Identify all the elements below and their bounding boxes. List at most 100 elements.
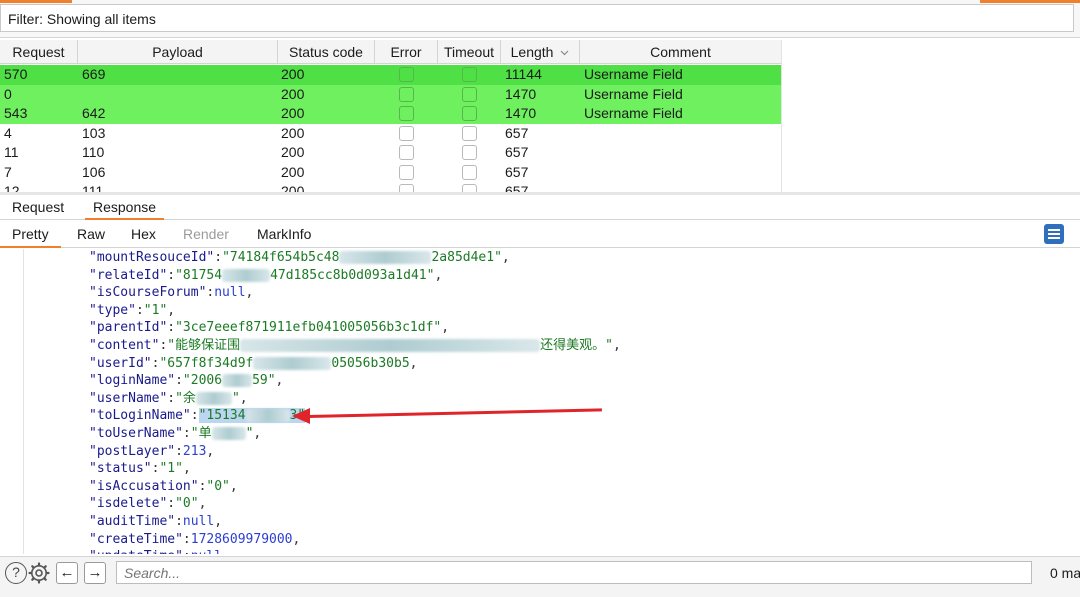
- table-row[interactable]: 570 669 200 11144 Username Field: [0, 65, 781, 85]
- cell-payload: 642: [82, 105, 106, 121]
- error-checkbox[interactable]: [399, 184, 414, 192]
- redaction-blur: [211, 427, 246, 440]
- json-key: "status": [89, 461, 152, 477]
- cell-length: 657: [505, 163, 529, 180]
- code-line: "status":"1",: [89, 461, 191, 477]
- timeout-checkbox[interactable]: [462, 125, 477, 141]
- column-header-error[interactable]: Error: [375, 40, 438, 64]
- column-header-length-label: Length: [510, 44, 554, 60]
- redaction-blur: [245, 409, 290, 423]
- tab-pretty[interactable]: Pretty: [0, 220, 61, 248]
- cell-status: 200: [281, 105, 305, 121]
- forward-arrow-icon[interactable]: →: [84, 562, 106, 584]
- error-checkbox[interactable]: [399, 86, 414, 102]
- tab-render[interactable]: Render: [171, 220, 241, 248]
- tab-hex[interactable]: Hex: [119, 220, 168, 248]
- tab-accent: [0, 0, 72, 3]
- json-key: "createTime": [89, 531, 183, 547]
- column-header-payload[interactable]: Payload: [78, 40, 278, 64]
- timeout-checkbox[interactable]: [462, 145, 477, 160]
- json-key: "isCourseForum": [89, 285, 207, 301]
- cell-payload: 103: [82, 124, 106, 141]
- json-key: "postLayer": [89, 443, 176, 459]
- cell-status: 200: [281, 163, 305, 180]
- column-header-request[interactable]: Request: [0, 40, 78, 64]
- tab-markinfo[interactable]: MarkInfo: [245, 220, 323, 248]
- cell-status: 200: [281, 85, 305, 102]
- timeout-checkbox[interactable]: [462, 86, 477, 102]
- error-checkbox[interactable]: [399, 67, 414, 82]
- cell-length: 1470: [505, 105, 537, 121]
- table-row[interactable]: 0 200 1470 Username Field: [0, 84, 781, 104]
- filter-input[interactable]: Filter: Showing all items: [0, 4, 1074, 32]
- cell-status: 200: [281, 124, 305, 141]
- json-value: null: [214, 285, 246, 301]
- annotation-arrowhead-icon: [292, 408, 310, 424]
- json-string: "81754: [175, 267, 223, 283]
- json-string: 2a85d4e1": [431, 250, 502, 265]
- json-key: "isdelete": [89, 496, 168, 512]
- code-line: "type":"1",: [89, 302, 176, 318]
- timeout-checkbox[interactable]: [462, 164, 477, 180]
- code-line: "relateId":"81754 47d185cc8b0d093a1d41",: [89, 267, 443, 283]
- redaction-blur: [222, 374, 253, 388]
- redaction-blur: [253, 356, 332, 370]
- back-arrow-icon[interactable]: ←: [56, 562, 78, 584]
- error-checkbox[interactable]: [399, 145, 414, 160]
- code-line: "content":"能够保证围 还得美观。",: [89, 338, 621, 353]
- column-header-comment[interactable]: Comment: [580, 40, 781, 64]
- code-line: "auditTime":null,: [89, 514, 223, 529]
- error-checkbox[interactable]: [399, 164, 414, 180]
- table-row[interactable]: 12 111 200 657: [0, 182, 781, 192]
- cell-request: 543: [4, 105, 28, 121]
- code-line: "parentId":"3ce7eeef871911efb041005056b3…: [89, 320, 450, 336]
- cell-request: 4: [4, 124, 12, 141]
- json-string: "0": [175, 496, 199, 512]
- table-row[interactable]: 4 103 200 657: [0, 124, 781, 144]
- cell-length: 11144: [505, 66, 542, 82]
- view-tabs: Pretty Raw Hex Render MarkInfo: [0, 220, 1080, 248]
- json-string: "3ce7eeef871911efb041005056b3c1df": [175, 320, 442, 336]
- code-line: "isdelete":"0",: [89, 496, 207, 512]
- tab-request[interactable]: Request: [4, 195, 72, 220]
- column-header-length[interactable]: Length: [501, 40, 580, 64]
- table-row[interactable]: 543 642 200 1470 Username Field: [0, 104, 781, 124]
- table-row[interactable]: 11 110 200 657: [0, 143, 781, 163]
- json-key: "relateId": [89, 267, 168, 283]
- table-row[interactable]: 7 106 200 657: [0, 163, 781, 183]
- search-input[interactable]: [116, 561, 1032, 584]
- help-icon[interactable]: ?: [5, 562, 27, 584]
- cell-comment: Username Field: [584, 66, 683, 82]
- tab-response[interactable]: Response: [85, 195, 165, 220]
- word-wrap-icon[interactable]: [1044, 224, 1064, 244]
- code-line: "postLayer":213,: [89, 443, 215, 459]
- cell-payload: 111: [82, 183, 104, 192]
- error-checkbox[interactable]: [399, 106, 414, 121]
- json-key: "isAccusation": [89, 478, 199, 494]
- code-line: "userName":"余 ",: [89, 390, 248, 406]
- tab-accent: [980, 0, 1080, 3]
- timeout-checkbox[interactable]: [462, 106, 477, 121]
- selected-text[interactable]: "15134 3": [198, 408, 306, 424]
- cell-request: 0: [4, 85, 12, 102]
- response-body[interactable]: "mountResouceId":"74184f654b5c48 2a85d4e1…: [0, 249, 1080, 554]
- json-key: "updateTime": [89, 549, 183, 554]
- column-header-status[interactable]: Status code: [278, 40, 375, 64]
- cell-payload: 106: [82, 163, 106, 180]
- json-string: "能够保证围: [167, 338, 241, 353]
- gear-icon[interactable]: [28, 562, 50, 584]
- tab-raw[interactable]: Raw: [65, 220, 117, 248]
- error-checkbox[interactable]: [399, 125, 414, 141]
- match-count: 0 ma: [1050, 565, 1080, 581]
- timeout-checkbox[interactable]: [462, 67, 477, 82]
- json-key: "userId": [89, 355, 152, 371]
- timeout-checkbox[interactable]: [462, 184, 477, 192]
- table-empty-area: [781, 40, 1080, 192]
- json-key: "parentId": [89, 320, 168, 336]
- json-string: "1": [159, 461, 183, 477]
- column-header-timeout[interactable]: Timeout: [438, 40, 501, 64]
- code-line: "mountResouceId":"74184f654b5c48 2a85d4e1…: [89, 250, 510, 265]
- json-key: "type": [89, 302, 136, 318]
- code-line: "updateTime":null,: [89, 548, 230, 554]
- json-string: 47d185cc8b0d093a1d41": [270, 267, 435, 283]
